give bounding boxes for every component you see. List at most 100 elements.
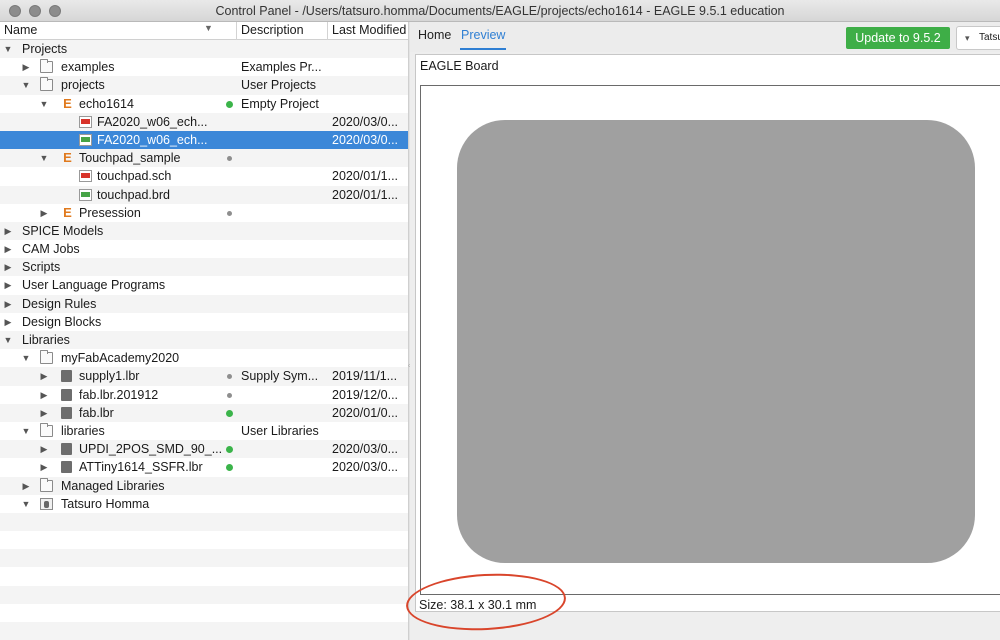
tree-row[interactable]: ▶ Scripts — [0, 258, 408, 277]
tree-row[interactable]: ▶ UPDI_2POS_SMD_90_... 2020/03/0... — [0, 440, 408, 459]
tree-row[interactable]: ▶ supply1.lbr Supply Sym... 2019/11/1... — [0, 367, 408, 386]
column-divider[interactable] — [327, 22, 328, 40]
disclosure-collapsed-icon[interactable]: ▶ — [3, 313, 13, 331]
disclosure-collapsed-icon[interactable]: ▶ — [39, 204, 49, 222]
closed-status-dot[interactable] — [227, 392, 232, 398]
tree-row-label: CAM Jobs — [22, 242, 80, 257]
folder-icon — [40, 350, 53, 365]
column-header-last-modified[interactable]: Last Modified — [332, 23, 406, 37]
tab-preview[interactable]: Preview — [461, 28, 505, 42]
user-account-label: Tatsu — [979, 32, 1000, 43]
tree-row-label: Touchpad_sample — [79, 151, 181, 166]
disclosure-collapsed-icon[interactable]: ▶ — [39, 440, 49, 458]
disclosure-collapsed-icon[interactable]: ▶ — [3, 276, 13, 294]
tree-row[interactable]: ▼ myFabAcademy2020 — [0, 349, 408, 367]
tree-row[interactable]: ▶ examples Examples Pr... — [0, 58, 408, 76]
active-tab-indicator — [460, 48, 506, 50]
update-button[interactable]: Update to 9.5.2 — [846, 27, 950, 49]
tree-row[interactable]: FA2020_w06_ech... 2020/03/0... — [0, 130, 408, 150]
zoom-window-button[interactable] — [49, 5, 61, 17]
board-outline — [457, 120, 975, 563]
tree-row[interactable]: ▶ User Language Programs — [0, 276, 408, 294]
tree-row-date: 2020/03/0... — [332, 114, 399, 129]
tree-row[interactable]: ▼ E Touchpad_sample — [0, 149, 408, 168]
tree-row-label: Projects — [22, 42, 68, 56]
disclosure-expanded-icon[interactable]: ▼ — [39, 149, 49, 167]
tree-row[interactable]: ▼ Eecho1614 Empty Project — [0, 95, 408, 113]
closed-status-dot[interactable] — [227, 210, 232, 216]
tree-row[interactable]: ▶ CAM Jobs — [0, 240, 408, 258]
tree-row-label: fab.lbr — [79, 405, 114, 420]
tree-row[interactable]: ▼ libraries User Libraries — [0, 422, 408, 440]
tree-row-label: myFabAcademy2020 — [61, 351, 180, 366]
disclosure-expanded-icon[interactable]: ▼ — [21, 495, 31, 513]
sort-arrow-icon[interactable]: ▼ — [204, 23, 213, 33]
empty-row — [0, 622, 408, 640]
disclosure-collapsed-icon[interactable]: ▶ — [3, 222, 13, 240]
tree-row-label: examples — [61, 60, 115, 75]
tree-row-label: ATTiny1614_SSFR.lbr — [79, 460, 203, 475]
board-icon — [79, 133, 92, 146]
tab-bar: Home Preview Update to 9.5.2 ▾ Tatsu — [410, 22, 1000, 52]
tree-row[interactable]: FA2020_w06_ech... 2020/03/0... — [0, 112, 408, 131]
disclosure-expanded-icon[interactable]: ▼ — [3, 40, 13, 58]
signal-icon: ▾ — [965, 33, 970, 43]
tree-row[interactable]: touchpad.brd 2020/01/1... — [0, 185, 408, 204]
tree-row-date: 2020/01/1... — [332, 187, 399, 202]
close-window-button[interactable] — [9, 5, 21, 17]
closed-status-dot[interactable] — [227, 156, 232, 162]
user-account-button[interactable]: ▾ Tatsu — [956, 26, 1000, 50]
disclosure-collapsed-icon[interactable]: ▶ — [21, 477, 31, 495]
disclosure-collapsed-icon[interactable]: ▶ — [39, 404, 49, 422]
tree-row[interactable]: ▶ fab.lbr.201912 2019/12/0... — [0, 386, 408, 404]
tree-row[interactable]: ▼ Tatsuro Homma — [0, 495, 408, 513]
tree-row-label: SPICE Models — [22, 223, 104, 238]
tree-row[interactable]: touchpad.sch 2020/01/1... — [0, 167, 408, 185]
tree-row[interactable]: ▶ ATTiny1614_SSFR.lbr 2020/03/0... — [0, 458, 408, 476]
tree-header: Name ▼ Description Last Modified — [0, 22, 408, 40]
closed-status-dot[interactable] — [227, 374, 232, 380]
disclosure-expanded-icon[interactable]: ▼ — [21, 76, 31, 94]
disclosure-collapsed-icon[interactable]: ▶ — [21, 58, 31, 76]
tree-row[interactable]: ▶ SPICE Models — [0, 221, 408, 241]
tree-row-date: 2020/01/1... — [332, 169, 399, 184]
open-status-dot[interactable] — [226, 409, 233, 417]
tree-row[interactable]: ▼ Libraries — [0, 331, 408, 350]
tree-row[interactable]: ▶ Design Blocks — [0, 313, 408, 331]
disclosure-expanded-icon[interactable]: ▼ — [3, 331, 13, 349]
disclosure-expanded-icon[interactable]: ▼ — [21, 349, 31, 367]
tree-row[interactable]: ▼ projects User Projects — [0, 76, 408, 95]
disclosure-expanded-icon[interactable]: ▼ — [39, 95, 49, 113]
library-icon — [61, 443, 72, 456]
preview-title: EAGLE Board — [420, 59, 499, 73]
disclosure-collapsed-icon[interactable]: ▶ — [39, 386, 49, 404]
tab-home[interactable]: Home — [418, 28, 451, 42]
tree-rows: ▼ Projects ▶ examples Examples Pr... ▼ project… — [0, 40, 408, 640]
open-status-dot[interactable] — [226, 464, 233, 472]
tree-row[interactable]: ▶ Design Rules — [0, 294, 408, 313]
tree-row-label: Tatsuro Homma — [61, 496, 150, 511]
tree-row-date: 2019/12/0... — [332, 387, 399, 402]
disclosure-collapsed-icon[interactable]: ▶ — [3, 258, 13, 276]
tree-row[interactable]: ▼ Projects — [0, 40, 408, 59]
column-divider[interactable] — [236, 22, 237, 40]
column-header-name[interactable]: Name — [4, 23, 37, 37]
tree-row[interactable]: ▶ fab.lbr 2020/01/0... — [0, 403, 408, 422]
disclosure-collapsed-icon[interactable]: ▶ — [3, 240, 13, 258]
open-status-dot[interactable] — [226, 100, 233, 108]
open-status-dot[interactable] — [226, 446, 233, 454]
tree-row-label: User Language Programs — [22, 278, 166, 293]
tree-row-date: 2020/03/0... — [332, 132, 399, 147]
column-header-description[interactable]: Description — [241, 23, 304, 37]
tree-row-label: libraries — [61, 423, 105, 438]
empty-row — [0, 603, 408, 622]
disclosure-collapsed-icon[interactable]: ▶ — [39, 367, 49, 385]
disclosure-collapsed-icon[interactable]: ▶ — [39, 458, 49, 476]
tree-row[interactable]: ▶ E Presession — [0, 204, 408, 222]
tree-row-label: Design Rules — [22, 296, 97, 311]
tree-row-label: Scripts — [22, 260, 61, 275]
disclosure-expanded-icon[interactable]: ▼ — [21, 422, 31, 440]
tree-row[interactable]: ▶ Managed Libraries — [0, 476, 408, 495]
minimize-window-button[interactable] — [29, 5, 41, 17]
disclosure-collapsed-icon[interactable]: ▶ — [3, 295, 13, 313]
